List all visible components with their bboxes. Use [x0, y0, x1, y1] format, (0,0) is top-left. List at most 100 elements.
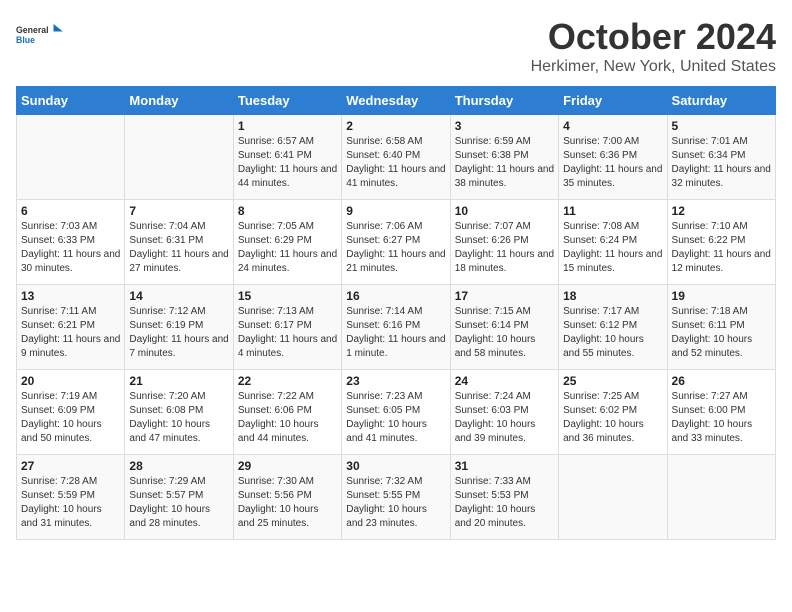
day-info: Sunrise: 7:10 AMSunset: 6:22 PMDaylight:… — [672, 220, 771, 276]
week-row-4: 20 Sunrise: 7:19 AMSunset: 6:09 PMDaylig… — [17, 370, 776, 455]
day-info: Sunrise: 7:03 AMSunset: 6:33 PMDaylight:… — [21, 220, 120, 276]
logo-svg: General Blue — [16, 16, 66, 52]
day-number: 23 — [346, 374, 445, 388]
day-info: Sunrise: 7:06 AMSunset: 6:27 PMDaylight:… — [346, 220, 445, 276]
day-cell: 7 Sunrise: 7:04 AMSunset: 6:31 PMDayligh… — [125, 200, 233, 285]
day-number: 12 — [672, 204, 771, 218]
day-info: Sunrise: 7:15 AMSunset: 6:14 PMDaylight:… — [455, 305, 554, 361]
location-title: Herkimer, New York, United States — [531, 58, 776, 76]
header-tuesday: Tuesday — [233, 87, 341, 115]
day-info: Sunrise: 7:19 AMSunset: 6:09 PMDaylight:… — [21, 390, 120, 446]
day-info: Sunrise: 6:59 AMSunset: 6:38 PMDaylight:… — [455, 135, 554, 191]
day-info: Sunrise: 7:13 AMSunset: 6:17 PMDaylight:… — [238, 305, 337, 361]
day-cell: 3 Sunrise: 6:59 AMSunset: 6:38 PMDayligh… — [450, 115, 558, 200]
day-cell: 20 Sunrise: 7:19 AMSunset: 6:09 PMDaylig… — [17, 370, 125, 455]
logo: General Blue — [16, 16, 66, 52]
day-info: Sunrise: 7:05 AMSunset: 6:29 PMDaylight:… — [238, 220, 337, 276]
week-row-1: 1 Sunrise: 6:57 AMSunset: 6:41 PMDayligh… — [17, 115, 776, 200]
day-cell — [17, 115, 125, 200]
day-number: 22 — [238, 374, 337, 388]
day-cell — [667, 455, 775, 540]
day-cell: 17 Sunrise: 7:15 AMSunset: 6:14 PMDaylig… — [450, 285, 558, 370]
month-title: October 2024 — [531, 16, 776, 58]
day-number: 29 — [238, 459, 337, 473]
day-info: Sunrise: 7:08 AMSunset: 6:24 PMDaylight:… — [563, 220, 662, 276]
day-info: Sunrise: 7:30 AMSunset: 5:56 PMDaylight:… — [238, 475, 337, 531]
day-number: 15 — [238, 289, 337, 303]
day-info: Sunrise: 7:00 AMSunset: 6:36 PMDaylight:… — [563, 135, 662, 191]
day-number: 24 — [455, 374, 554, 388]
day-number: 1 — [238, 119, 337, 133]
day-cell: 22 Sunrise: 7:22 AMSunset: 6:06 PMDaylig… — [233, 370, 341, 455]
day-number: 7 — [129, 204, 228, 218]
day-info: Sunrise: 7:07 AMSunset: 6:26 PMDaylight:… — [455, 220, 554, 276]
day-info: Sunrise: 7:22 AMSunset: 6:06 PMDaylight:… — [238, 390, 337, 446]
day-cell: 28 Sunrise: 7:29 AMSunset: 5:57 PMDaylig… — [125, 455, 233, 540]
day-number: 13 — [21, 289, 120, 303]
day-number: 4 — [563, 119, 662, 133]
day-cell: 21 Sunrise: 7:20 AMSunset: 6:08 PMDaylig… — [125, 370, 233, 455]
day-info: Sunrise: 6:58 AMSunset: 6:40 PMDaylight:… — [346, 135, 445, 191]
day-number: 17 — [455, 289, 554, 303]
day-cell: 12 Sunrise: 7:10 AMSunset: 6:22 PMDaylig… — [667, 200, 775, 285]
title-area: October 2024 Herkimer, New York, United … — [531, 16, 776, 76]
day-cell — [559, 455, 667, 540]
header-sunday: Sunday — [17, 87, 125, 115]
day-number: 11 — [563, 204, 662, 218]
day-cell: 8 Sunrise: 7:05 AMSunset: 6:29 PMDayligh… — [233, 200, 341, 285]
day-cell: 29 Sunrise: 7:30 AMSunset: 5:56 PMDaylig… — [233, 455, 341, 540]
day-number: 28 — [129, 459, 228, 473]
day-cell: 13 Sunrise: 7:11 AMSunset: 6:21 PMDaylig… — [17, 285, 125, 370]
svg-text:General: General — [16, 25, 49, 35]
day-number: 18 — [563, 289, 662, 303]
day-cell: 15 Sunrise: 7:13 AMSunset: 6:17 PMDaylig… — [233, 285, 341, 370]
day-number: 9 — [346, 204, 445, 218]
day-info: Sunrise: 7:20 AMSunset: 6:08 PMDaylight:… — [129, 390, 228, 446]
day-cell: 14 Sunrise: 7:12 AMSunset: 6:19 PMDaylig… — [125, 285, 233, 370]
header-saturday: Saturday — [667, 87, 775, 115]
day-cell: 5 Sunrise: 7:01 AMSunset: 6:34 PMDayligh… — [667, 115, 775, 200]
day-cell: 23 Sunrise: 7:23 AMSunset: 6:05 PMDaylig… — [342, 370, 450, 455]
day-info: Sunrise: 7:17 AMSunset: 6:12 PMDaylight:… — [563, 305, 662, 361]
day-cell: 26 Sunrise: 7:27 AMSunset: 6:00 PMDaylig… — [667, 370, 775, 455]
day-cell: 27 Sunrise: 7:28 AMSunset: 5:59 PMDaylig… — [17, 455, 125, 540]
day-cell: 16 Sunrise: 7:14 AMSunset: 6:16 PMDaylig… — [342, 285, 450, 370]
day-cell: 30 Sunrise: 7:32 AMSunset: 5:55 PMDaylig… — [342, 455, 450, 540]
day-info: Sunrise: 7:28 AMSunset: 5:59 PMDaylight:… — [21, 475, 120, 531]
day-number: 21 — [129, 374, 228, 388]
calendar-table: SundayMondayTuesdayWednesdayThursdayFrid… — [16, 86, 776, 540]
day-number: 27 — [21, 459, 120, 473]
day-info: Sunrise: 7:12 AMSunset: 6:19 PMDaylight:… — [129, 305, 228, 361]
day-info: Sunrise: 7:01 AMSunset: 6:34 PMDaylight:… — [672, 135, 771, 191]
day-number: 10 — [455, 204, 554, 218]
day-cell: 4 Sunrise: 7:00 AMSunset: 6:36 PMDayligh… — [559, 115, 667, 200]
day-number: 20 — [21, 374, 120, 388]
day-cell — [125, 115, 233, 200]
day-cell: 31 Sunrise: 7:33 AMSunset: 5:53 PMDaylig… — [450, 455, 558, 540]
day-number: 26 — [672, 374, 771, 388]
day-number: 16 — [346, 289, 445, 303]
day-cell: 19 Sunrise: 7:18 AMSunset: 6:11 PMDaylig… — [667, 285, 775, 370]
day-info: Sunrise: 7:25 AMSunset: 6:02 PMDaylight:… — [563, 390, 662, 446]
day-number: 6 — [21, 204, 120, 218]
day-number: 2 — [346, 119, 445, 133]
day-info: Sunrise: 7:18 AMSunset: 6:11 PMDaylight:… — [672, 305, 771, 361]
day-number: 8 — [238, 204, 337, 218]
day-number: 5 — [672, 119, 771, 133]
day-number: 31 — [455, 459, 554, 473]
header-friday: Friday — [559, 87, 667, 115]
day-info: Sunrise: 7:04 AMSunset: 6:31 PMDaylight:… — [129, 220, 228, 276]
header-thursday: Thursday — [450, 87, 558, 115]
day-number: 25 — [563, 374, 662, 388]
day-cell: 1 Sunrise: 6:57 AMSunset: 6:41 PMDayligh… — [233, 115, 341, 200]
day-info: Sunrise: 6:57 AMSunset: 6:41 PMDaylight:… — [238, 135, 337, 191]
header-monday: Monday — [125, 87, 233, 115]
day-info: Sunrise: 7:33 AMSunset: 5:53 PMDaylight:… — [455, 475, 554, 531]
week-row-3: 13 Sunrise: 7:11 AMSunset: 6:21 PMDaylig… — [17, 285, 776, 370]
day-info: Sunrise: 7:27 AMSunset: 6:00 PMDaylight:… — [672, 390, 771, 446]
day-number: 30 — [346, 459, 445, 473]
day-cell: 25 Sunrise: 7:25 AMSunset: 6:02 PMDaylig… — [559, 370, 667, 455]
day-number: 14 — [129, 289, 228, 303]
day-cell: 18 Sunrise: 7:17 AMSunset: 6:12 PMDaylig… — [559, 285, 667, 370]
day-cell: 2 Sunrise: 6:58 AMSunset: 6:40 PMDayligh… — [342, 115, 450, 200]
